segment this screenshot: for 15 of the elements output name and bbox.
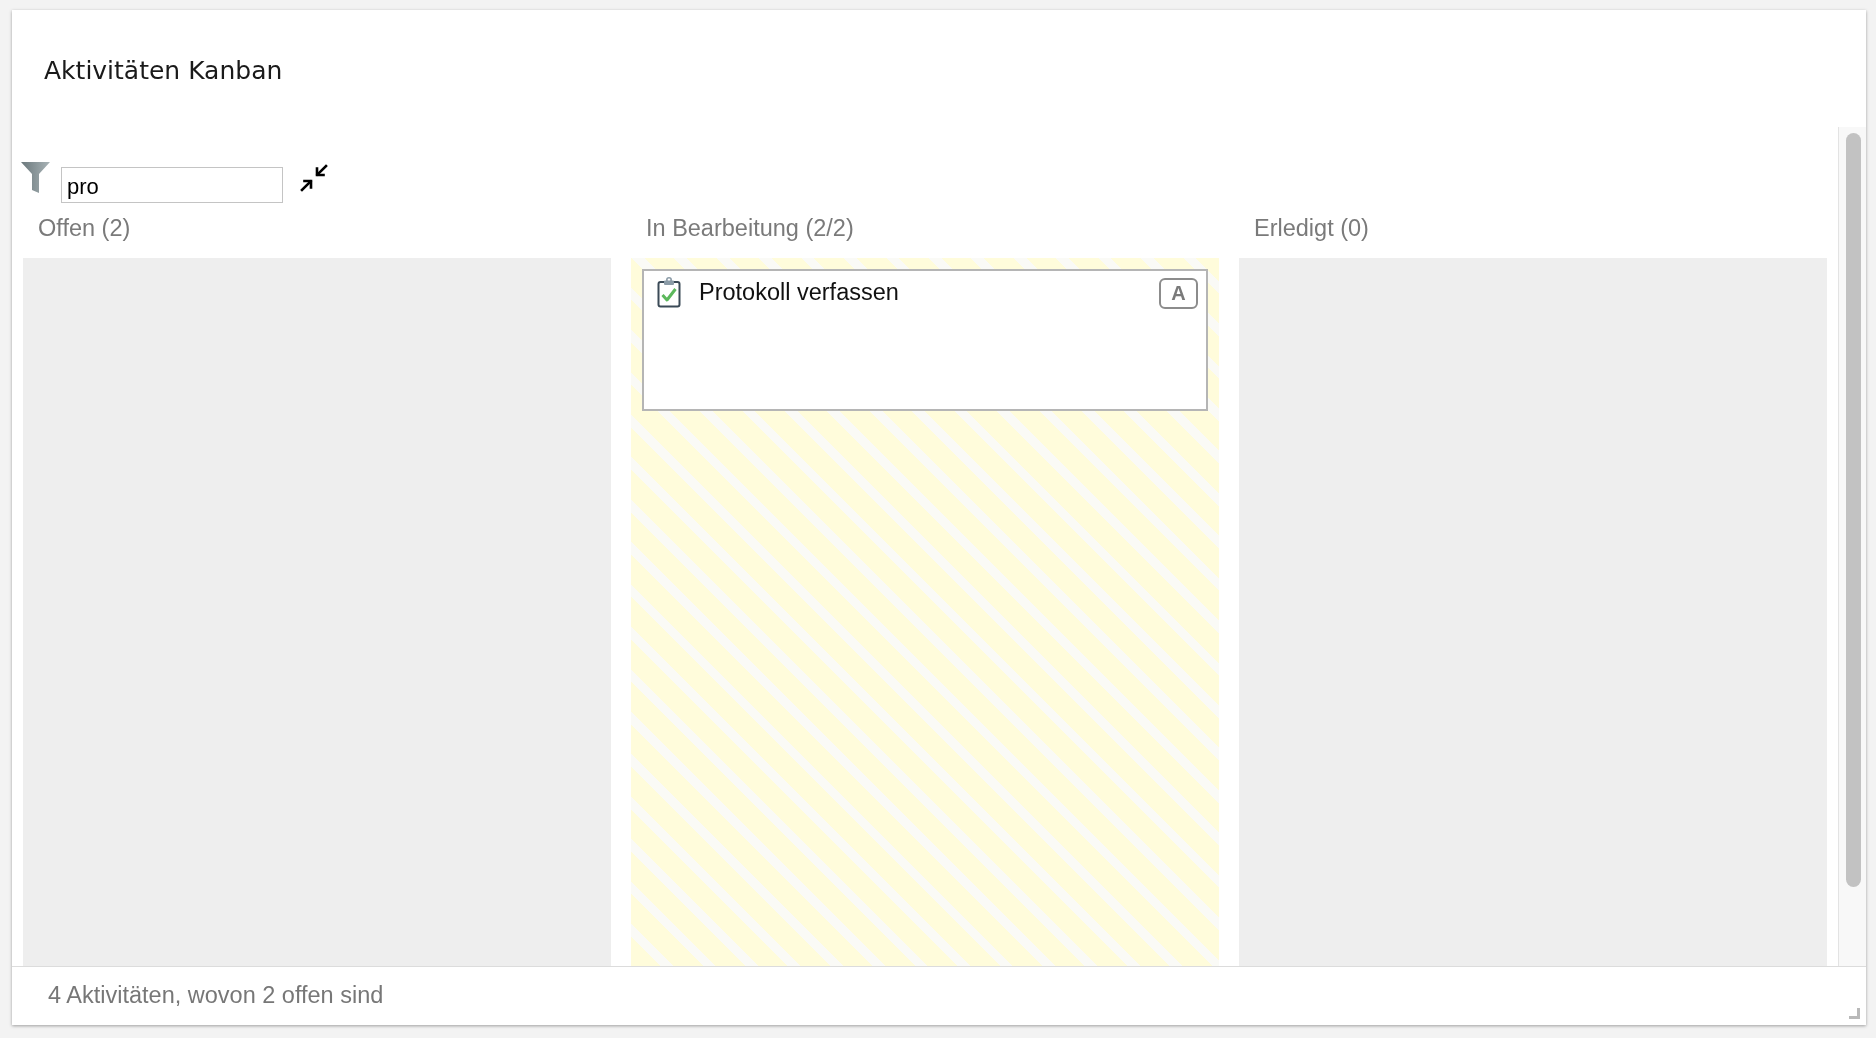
column-title: Erledigt (0) bbox=[1254, 215, 1369, 241]
status-text: 4 Aktivitäten, wovon 2 offen sind bbox=[48, 981, 384, 1010]
scrollbar[interactable] bbox=[1838, 127, 1866, 966]
filter-icon bbox=[21, 162, 50, 193]
clipboard-check-icon bbox=[657, 277, 681, 308]
card-badge: A bbox=[1159, 278, 1198, 309]
task-card[interactable]: Protokoll verfassen A bbox=[642, 269, 1208, 411]
scrollbar-thumb[interactable] bbox=[1846, 133, 1861, 887]
column-title: In Bearbeitung (2/2) bbox=[646, 215, 854, 241]
card-title: Protokoll verfassen bbox=[699, 278, 899, 306]
column-title: Offen (2) bbox=[38, 215, 131, 241]
collapse-icon[interactable] bbox=[300, 164, 328, 192]
filter-input[interactable]: pro bbox=[61, 167, 283, 203]
resize-grip-icon[interactable] bbox=[1849, 1008, 1861, 1019]
window-title: Aktivitäten Kanban bbox=[44, 56, 283, 85]
